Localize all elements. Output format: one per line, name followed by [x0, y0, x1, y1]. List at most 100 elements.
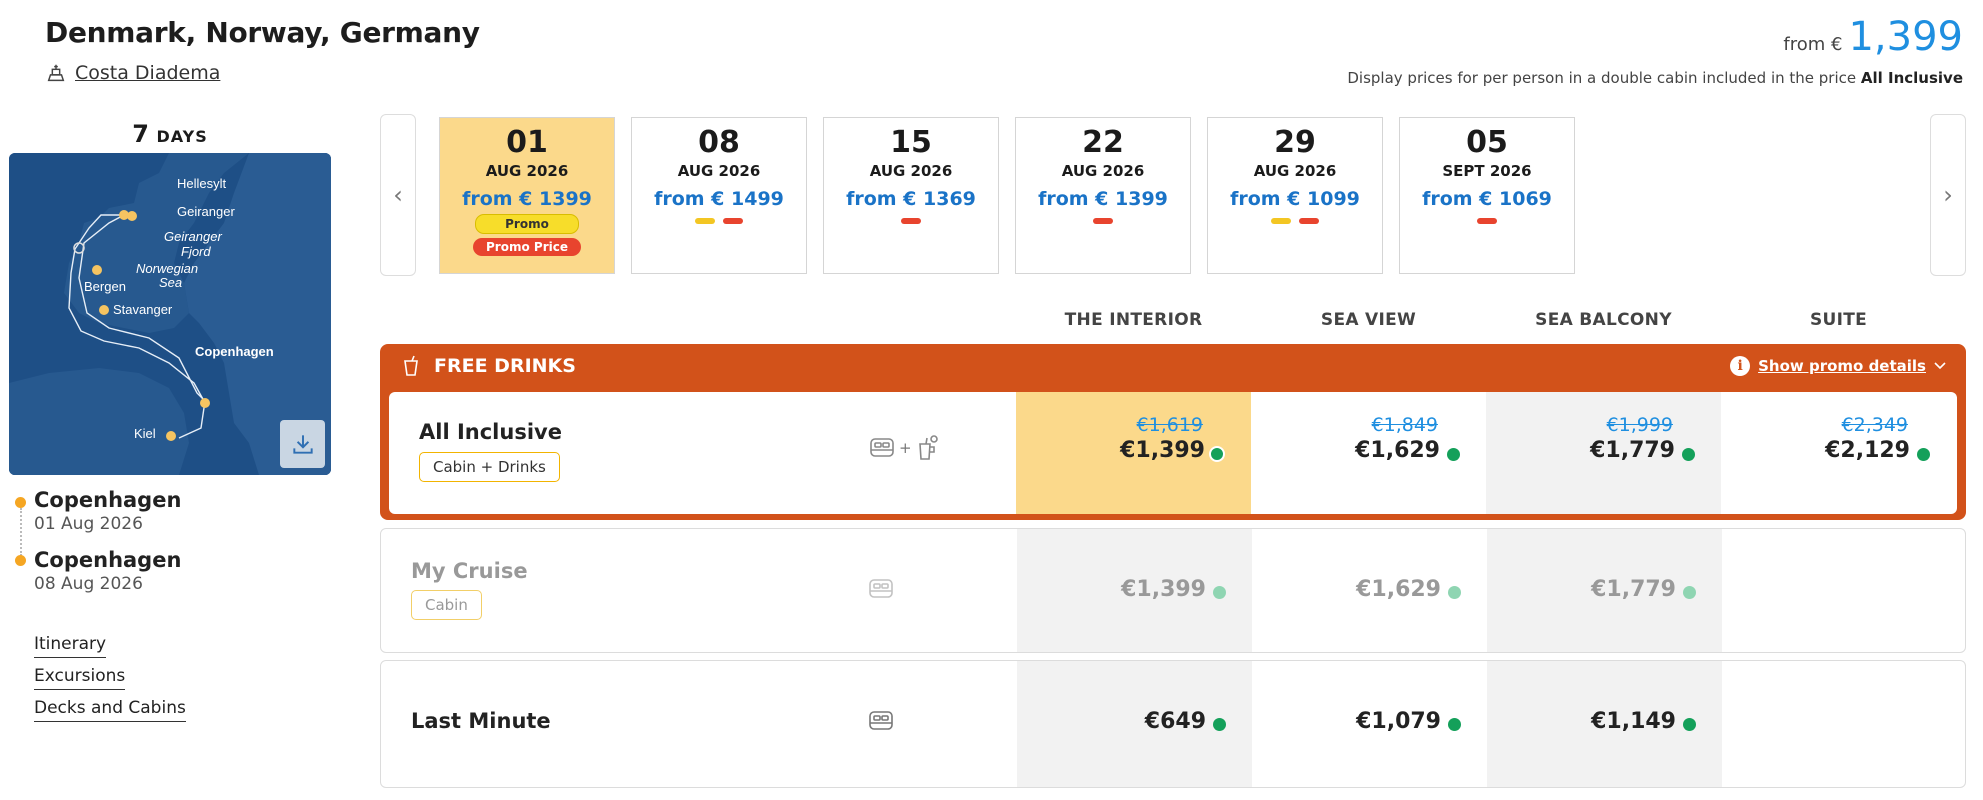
price-cell[interactable]: €1,849 €1,629	[1251, 392, 1486, 514]
map-label-stavanger: Stavanger	[113, 302, 173, 317]
date-day: 08	[698, 125, 740, 160]
date-card[interactable]: 05 SEPT 2026 from € 1069	[1399, 117, 1575, 274]
price-cell[interactable]: €1,779	[1487, 529, 1722, 652]
route-line	[20, 508, 22, 556]
fare-row-all-inclusive[interactable]: All Inclusive Cabin + Drinks + €1,619 €1…	[389, 392, 1957, 514]
column-header-interior: THE INTERIOR	[1064, 310, 1203, 330]
promo-markers	[1208, 218, 1382, 224]
show-promo-details-button[interactable]: i Show promo details	[1730, 356, 1946, 376]
original-price: €2,349	[1841, 414, 1908, 436]
days-label: DAYS	[156, 127, 208, 146]
map-label-bergen: Bergen	[84, 279, 126, 294]
bed-icon	[869, 711, 893, 730]
arrival-date: 08 Aug 2026	[34, 574, 143, 594]
promo-marker	[695, 218, 715, 224]
from-amount: 1,399	[1848, 14, 1963, 60]
fare-name: All Inclusive	[419, 420, 562, 444]
bed-icon	[870, 438, 894, 457]
availability-dot	[1682, 448, 1695, 461]
price-cell[interactable]: €1,999 €1,779	[1486, 392, 1721, 514]
fare-tag: Cabin	[411, 590, 482, 620]
date-card[interactable]: 15 AUG 2026 from € 1369	[823, 117, 999, 274]
fare-name: My Cruise	[411, 559, 528, 583]
from-price: from € 1,399	[1783, 14, 1963, 60]
price-cell[interactable]: €1,629	[1252, 529, 1487, 652]
availability-dot	[1447, 448, 1460, 461]
fare-inclusions: +	[869, 434, 942, 462]
download-map-button[interactable]	[280, 420, 325, 468]
column-header-sea-view: SEA VIEW	[1320, 310, 1417, 330]
column-header-sea-balcony: SEA BALCONY	[1535, 310, 1672, 330]
availability-dot	[1213, 586, 1226, 599]
availability-dot	[1448, 586, 1461, 599]
cruise-duration: 7 DAYS	[0, 120, 340, 148]
disclaimer-text: Display prices for per person in a doubl…	[1347, 69, 1857, 87]
availability-dot	[1683, 586, 1696, 599]
departure-date: 01 Aug 2026	[34, 514, 143, 534]
promo-price-marker	[723, 218, 743, 224]
map-label-norwegian-sea-1: Norwegian	[136, 261, 198, 276]
date-card[interactable]: 08 AUG 2026 from € 1499	[631, 117, 807, 274]
date-day: 01	[506, 125, 548, 160]
price-cell[interactable]: €1,619 €1,399	[1016, 392, 1251, 514]
promo-details-label: Show promo details	[1758, 357, 1926, 375]
price: €2,129	[1825, 438, 1910, 463]
original-price: €1,849	[1371, 414, 1438, 436]
price: €1,779	[1590, 438, 1675, 463]
itinerary-link[interactable]: Itinerary	[34, 634, 107, 658]
chevron-right-icon: ›	[1943, 181, 1953, 209]
date-month: AUG 2026	[869, 162, 953, 180]
date-price: from € 1369	[846, 188, 976, 210]
date-day: 29	[1274, 125, 1316, 160]
plus-sign: +	[899, 439, 912, 457]
download-icon	[292, 435, 313, 454]
promo-markers	[1016, 218, 1190, 224]
fare-tag: Cabin + Drinks	[419, 452, 560, 482]
date-month: AUG 2026	[1253, 162, 1337, 180]
map-label-norwegian-sea-2: Sea	[159, 275, 182, 290]
promo-price-marker	[1299, 218, 1319, 224]
drink-cup-icon	[404, 355, 418, 376]
price-disclaimer: Display prices for per person in a doubl…	[1347, 69, 1963, 87]
promo-markers	[1400, 218, 1574, 224]
dates-prev-button[interactable]: ‹	[380, 114, 416, 276]
date-day: 15	[890, 125, 932, 160]
decks-and-cabins-link[interactable]: Decks and Cabins	[34, 698, 186, 722]
departure-stop: Copenhagen 01 Aug 2026	[34, 488, 181, 534]
promo-price-badge: Promo Price	[473, 238, 581, 256]
arrival-dot	[15, 555, 26, 566]
price-cell[interactable]: €1,399	[1017, 529, 1252, 652]
date-price: from € 1069	[1422, 188, 1552, 210]
promo-header: FREE DRINKS	[380, 344, 1966, 388]
ship-link[interactable]: Costa Diadema	[45, 62, 220, 84]
date-card[interactable]: 01 AUG 2026 from € 1399 Promo Promo Pric…	[439, 117, 615, 274]
price: €1,079	[1356, 709, 1441, 734]
price-cell[interactable]: €649	[1017, 661, 1252, 787]
map-label-kiel: Kiel	[134, 426, 156, 441]
price: €1,399	[1121, 577, 1206, 602]
price-cell[interactable]: €1,149	[1487, 661, 1722, 787]
arrival-city: Copenhagen	[34, 548, 182, 572]
date-month: SEPT 2026	[1442, 162, 1532, 180]
chevron-down-icon	[1934, 362, 1946, 370]
fare-row-last-minute[interactable]: Last Minute €649 €1,079 €1,149	[380, 660, 1966, 788]
price: €1,629	[1355, 438, 1440, 463]
date-card[interactable]: 22 AUG 2026 from € 1399	[1015, 117, 1191, 274]
availability-dot	[1209, 446, 1225, 462]
excursions-link[interactable]: Excursions	[34, 666, 126, 690]
date-day: 05	[1466, 125, 1508, 160]
price: €1,629	[1356, 577, 1441, 602]
price-cell[interactable]: €1,079	[1252, 661, 1487, 787]
chevron-left-icon: ‹	[393, 181, 403, 209]
drinks-icon	[918, 435, 938, 460]
map-label-hellesylt: Hellesylt	[177, 176, 227, 191]
date-month: AUG 2026	[677, 162, 761, 180]
price-cell[interactable]: €2,349 €2,129	[1721, 392, 1956, 514]
dates-next-button[interactable]: ›	[1930, 114, 1966, 276]
date-price: from € 1399	[1038, 188, 1168, 210]
page-title: Denmark, Norway, Germany	[45, 16, 480, 49]
map-label-geiranger: Geiranger	[177, 204, 235, 219]
availability-dot	[1917, 448, 1930, 461]
date-card[interactable]: 29 AUG 2026 from € 1099	[1207, 117, 1383, 274]
fare-row-my-cruise[interactable]: My Cruise Cabin €1,399 €1,629 €1,779	[380, 528, 1966, 653]
